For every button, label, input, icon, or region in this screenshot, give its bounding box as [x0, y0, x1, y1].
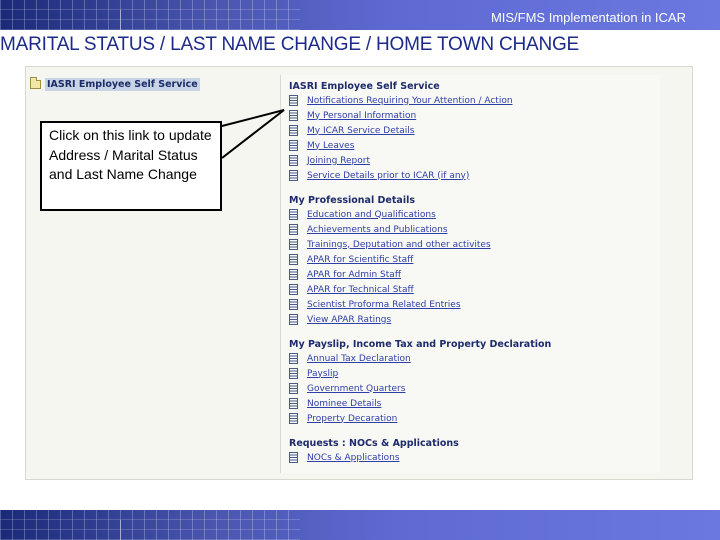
- menu-item[interactable]: Scientist Proforma Related Entries: [289, 297, 659, 312]
- menu-item[interactable]: Government Quarters: [289, 381, 659, 396]
- document-icon: [289, 368, 298, 379]
- menu-section-title: My Payslip, Income Tax and Property Decl…: [289, 339, 552, 350]
- document-icon: [289, 413, 298, 424]
- banner-grid-decoration: [0, 0, 300, 30]
- menu-item[interactable]: View APAR Ratings: [289, 312, 659, 327]
- menu-section-title: Requests : NOCs & Applications: [289, 438, 459, 449]
- menu-item[interactable]: APAR for Technical Staff: [289, 282, 659, 297]
- menu-link[interactable]: Service Details prior to ICAR (if any): [307, 171, 469, 181]
- menu-link[interactable]: Trainings, Deputation and other activite…: [307, 240, 491, 250]
- menu-link[interactable]: Property Decaration: [307, 414, 397, 424]
- menu-link[interactable]: Government Quarters: [307, 384, 405, 394]
- menu-link[interactable]: My Leaves: [307, 141, 354, 151]
- menu-item[interactable]: Payslip: [289, 366, 659, 381]
- document-icon: [289, 239, 298, 250]
- document-icon: [289, 140, 298, 151]
- footer-grid-decoration: [0, 510, 300, 540]
- menu-item[interactable]: Trainings, Deputation and other activite…: [289, 237, 659, 252]
- document-icon: [289, 209, 298, 220]
- slide-title: MARITAL STATUS / LAST NAME CHANGE / HOME…: [0, 34, 580, 55]
- menu-link[interactable]: Education and Qualifications: [307, 210, 436, 220]
- menu-item[interactable]: Notifications Requiring Your Attention /…: [289, 93, 659, 108]
- menu-item[interactable]: Education and Qualifications: [289, 207, 659, 222]
- menu-item[interactable]: Nominee Details: [289, 396, 659, 411]
- menu-item[interactable]: APAR for Admin Staff: [289, 267, 659, 282]
- menu-item[interactable]: My Personal Information: [289, 108, 659, 123]
- document-icon: [289, 269, 298, 280]
- document-icon: [289, 155, 298, 166]
- menu-link[interactable]: NOCs & Applications: [307, 453, 400, 463]
- menu-column: IASRI Employee Self Service Notifications…: [289, 80, 659, 465]
- menu-link[interactable]: Achievements and Publications: [307, 225, 448, 235]
- document-icon: [289, 452, 298, 463]
- document-icon: [289, 353, 298, 364]
- menu-link[interactable]: Notifications Requiring Your Attention /…: [307, 96, 513, 106]
- tree-root-node[interactable]: IASRI Employee Self Service: [30, 76, 200, 91]
- menu-section-title: My Professional Details: [289, 195, 415, 206]
- menu-item[interactable]: Property Decaration: [289, 411, 659, 426]
- header-title: MIS/FMS Implementation in ICAR: [490, 10, 686, 25]
- menu-item[interactable]: Achievements and Publications: [289, 222, 659, 237]
- document-icon: [289, 284, 298, 295]
- document-icon: [289, 95, 298, 106]
- menu-link[interactable]: APAR for Technical Staff: [307, 285, 414, 295]
- menu-item[interactable]: My ICAR Service Details: [289, 123, 659, 138]
- callout-box: Click on this link to update Address / M…: [40, 121, 222, 211]
- menu-item[interactable]: NOCs & Applications: [289, 450, 659, 465]
- document-icon: [289, 314, 298, 325]
- menu-link[interactable]: Annual Tax Declaration: [307, 354, 411, 364]
- footer-banner: [0, 510, 720, 540]
- document-icon: [289, 383, 298, 394]
- header-banner: MIS/FMS Implementation in ICAR: [0, 0, 720, 30]
- document-icon: [289, 254, 298, 265]
- menu-panel: IASRI Employee Self Service Notifications…: [280, 75, 660, 473]
- document-icon: [289, 125, 298, 136]
- menu-item[interactable]: Joining Report: [289, 153, 659, 168]
- menu-link[interactable]: APAR for Scientific Staff: [307, 255, 413, 265]
- menu-link[interactable]: Joining Report: [307, 156, 370, 166]
- menu-link[interactable]: My Personal Information: [307, 111, 416, 121]
- document-icon: [289, 299, 298, 310]
- menu-link[interactable]: Scientist Proforma Related Entries: [307, 300, 461, 310]
- document-icon: [289, 224, 298, 235]
- menu-item[interactable]: APAR for Scientific Staff: [289, 252, 659, 267]
- menu-link[interactable]: Nominee Details: [307, 399, 381, 409]
- menu-link[interactable]: View APAR Ratings: [307, 315, 391, 325]
- menu-link[interactable]: Payslip: [307, 369, 338, 379]
- menu-link[interactable]: APAR for Admin Staff: [307, 270, 401, 280]
- menu-section-title: IASRI Employee Self Service: [289, 81, 440, 92]
- menu-item[interactable]: My Leaves: [289, 138, 659, 153]
- folder-icon: [30, 76, 41, 89]
- tree-root-label: IASRI Employee Self Service: [45, 77, 200, 91]
- document-icon: [289, 110, 298, 121]
- document-icon: [289, 398, 298, 409]
- menu-item[interactable]: Service Details prior to ICAR (if any): [289, 168, 659, 183]
- document-icon: [289, 170, 298, 181]
- menu-item[interactable]: Annual Tax Declaration: [289, 351, 659, 366]
- menu-link[interactable]: My ICAR Service Details: [307, 126, 415, 136]
